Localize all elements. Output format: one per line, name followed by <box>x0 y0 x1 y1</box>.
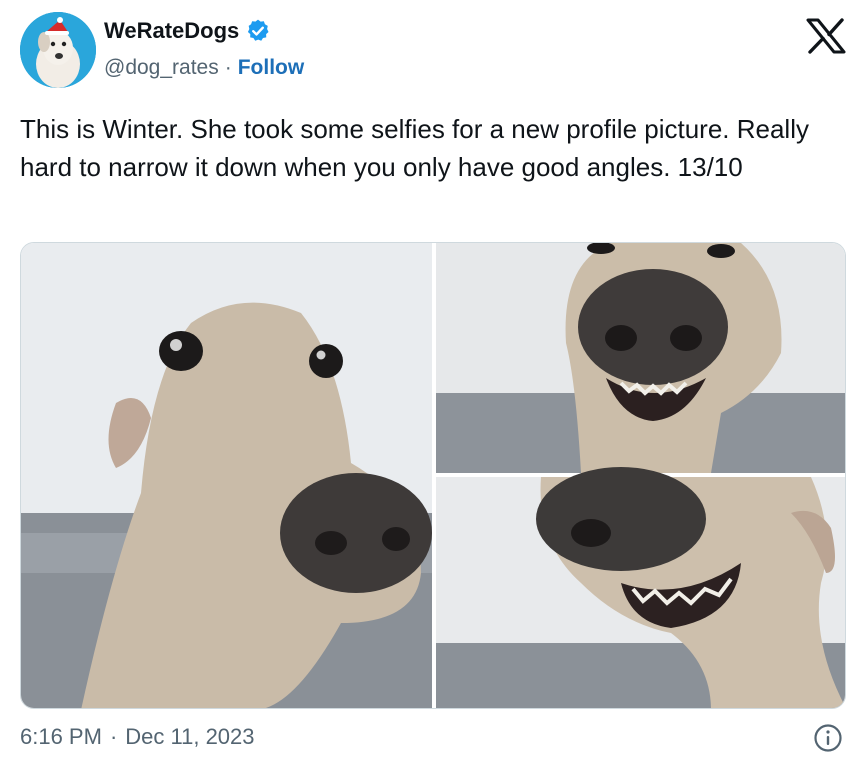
author-handle[interactable]: @dog_rates <box>104 56 219 80</box>
dog-avatar-image <box>20 12 96 88</box>
author-display-name[interactable]: WeRateDogs <box>104 18 239 44</box>
follow-button[interactable]: Follow <box>238 56 305 80</box>
handle-separator: · <box>224 56 232 79</box>
author-name-row: WeRateDogs <box>104 18 271 44</box>
photo-1[interactable] <box>21 243 432 709</box>
tweet-time: 6:16 PM <box>20 724 102 749</box>
author-handle-row: @dog_rates · Follow <box>104 56 304 80</box>
info-icon[interactable] <box>813 723 843 753</box>
photo-2[interactable] <box>436 243 846 473</box>
x-logo-icon[interactable] <box>806 18 846 54</box>
tweet-date: Dec 11, 2023 <box>125 724 255 749</box>
photo-3[interactable] <box>436 467 846 709</box>
author-avatar[interactable] <box>20 12 96 88</box>
tweet-text: This is Winter. She took some selfies fo… <box>20 114 809 182</box>
tweet-timestamp[interactable]: 6:16 PM · Dec 11, 2023 <box>20 724 255 750</box>
timestamp-separator: · <box>109 724 118 749</box>
media-grid <box>20 242 846 709</box>
verified-badge-icon <box>248 19 269 41</box>
